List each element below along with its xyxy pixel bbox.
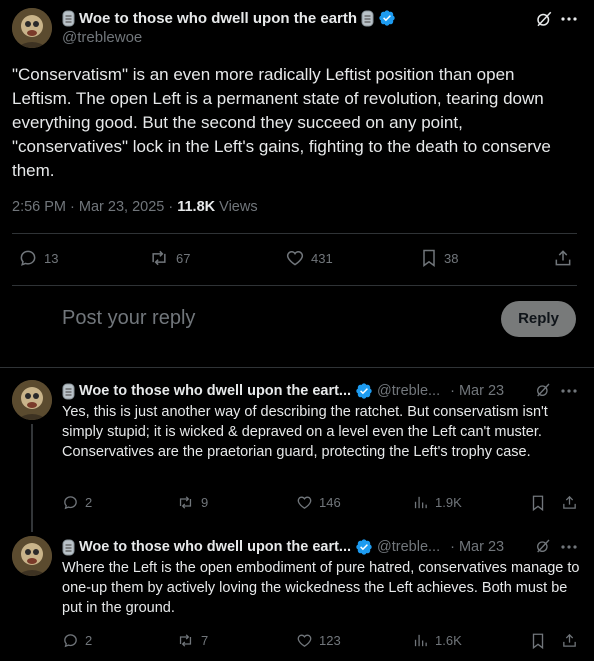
like-action[interactable]: 431 [285, 248, 333, 268]
repost-count: 9 [201, 495, 209, 510]
share-icon[interactable] [561, 494, 578, 511]
repost-icon [148, 248, 170, 268]
repost-icon [176, 494, 195, 511]
verified-badge-icon[interactable] [378, 9, 396, 27]
reply-date[interactable]: · Mar 23 [450, 383, 504, 399]
reply-date[interactable]: · Mar 23 [450, 539, 504, 555]
like-count: 431 [311, 250, 333, 266]
grok-icon[interactable] [535, 382, 551, 398]
views-count: 1.6K [435, 633, 462, 648]
bookmark-action[interactable]: 38 [420, 248, 458, 268]
views-icon [412, 494, 429, 511]
reply-text: Yes, this is just another way of describ… [62, 404, 548, 460]
author-avatar[interactable] [12, 8, 52, 48]
divider [12, 285, 577, 286]
stone-tablet-icon [62, 539, 75, 556]
repost-count: 7 [201, 633, 209, 648]
repost-action[interactable]: 67 [148, 248, 190, 268]
bookmark-icon[interactable] [530, 494, 546, 512]
reply-icon [18, 248, 38, 268]
repost-action[interactable]: 9 [176, 494, 208, 511]
reply-author-name[interactable]: Woe to those who dwell upon the eart... [79, 539, 351, 555]
like-icon [296, 494, 313, 511]
post-timestamp[interactable]: 2:56 PM · Mar 23, 2025 · [12, 199, 177, 215]
reply-icon [62, 494, 79, 511]
bookmark-count: 38 [444, 250, 459, 266]
reply-text: Where the Left is the open embodiment of… [62, 560, 580, 616]
reply-action[interactable]: 2 [62, 494, 92, 511]
reply-count: 2 [85, 495, 93, 510]
repost-icon [176, 632, 195, 649]
reply-action[interactable]: 2 [62, 632, 92, 649]
views-count: 1.9K [435, 495, 462, 510]
author-name[interactable]: Woe to those who dwell upon the earth [79, 10, 357, 27]
author-handle[interactable]: @treblewoe [62, 29, 142, 46]
reply-icon [62, 632, 79, 649]
thread-line [31, 424, 33, 532]
reply-input[interactable]: Post your reply [62, 307, 195, 330]
reply-count: 13 [44, 250, 59, 266]
views-icon [412, 632, 429, 649]
stone-tablet-icon [62, 383, 75, 400]
post-meta: 2:56 PM · Mar 23, 2025 · 11.8K Views [12, 199, 258, 215]
views-action[interactable]: 1.6K [412, 632, 462, 649]
like-action[interactable]: 123 [296, 632, 341, 649]
reply-handle[interactable]: @treble... [377, 383, 440, 399]
reply-handle[interactable]: @treble... [377, 539, 440, 555]
post-text: "Conservatism" is an even more radically… [12, 65, 551, 180]
reply-button[interactable]: Reply [501, 301, 576, 337]
share-icon[interactable] [553, 248, 573, 268]
like-action[interactable]: 146 [296, 494, 341, 511]
repost-count: 67 [176, 250, 191, 266]
divider [12, 233, 577, 234]
reply-avatar[interactable] [12, 536, 52, 576]
like-count: 146 [319, 495, 341, 510]
more-icon[interactable] [561, 388, 577, 394]
more-icon[interactable] [561, 16, 577, 22]
verified-badge-icon[interactable] [355, 538, 373, 556]
like-count: 123 [319, 633, 341, 648]
grok-icon[interactable] [535, 538, 551, 554]
reply-count: 2 [85, 633, 93, 648]
bookmark-icon[interactable] [530, 632, 546, 650]
divider [0, 367, 594, 368]
stone-tablet-icon [361, 10, 374, 27]
verified-badge-icon[interactable] [355, 382, 373, 400]
stone-tablet-icon [62, 10, 75, 27]
like-icon [296, 632, 313, 649]
reply-action[interactable]: 13 [18, 248, 58, 268]
views-label: Views [215, 199, 258, 215]
share-icon[interactable] [561, 632, 578, 649]
reply-avatar[interactable] [12, 380, 52, 420]
bookmark-icon [420, 248, 438, 268]
views-action[interactable]: 1.9K [412, 494, 462, 511]
grok-icon[interactable] [535, 10, 553, 28]
more-icon[interactable] [561, 544, 577, 550]
repost-action[interactable]: 7 [176, 632, 208, 649]
like-icon [285, 248, 305, 268]
reply-author-name[interactable]: Woe to those who dwell upon the eart... [79, 383, 351, 399]
views-count: 11.8K [177, 199, 216, 215]
